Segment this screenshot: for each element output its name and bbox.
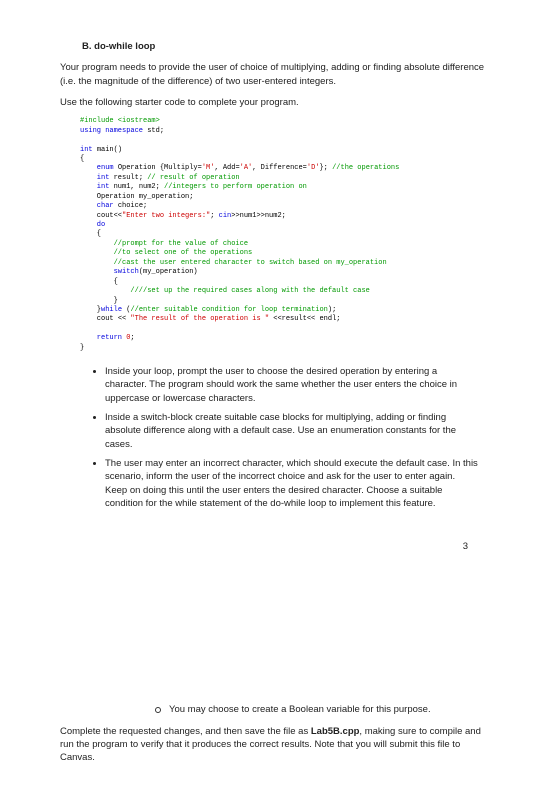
intro-para-2: Use the following starter code to comple… [60, 96, 488, 109]
filename: Lab5B.cpp [311, 726, 360, 737]
code-block: #include <iostream> using namespace std;… [60, 117, 488, 353]
list-item: The user may enter an incorrect characte… [105, 457, 488, 510]
page-number: 3 [60, 540, 488, 553]
list-item: Inside your loop, prompt the user to cho… [105, 365, 488, 405]
instruction-list: Inside your loop, prompt the user to cho… [60, 365, 488, 510]
section-heading: B. do-while loop [60, 40, 488, 53]
list-item: Inside a switch-block create suitable ca… [105, 411, 488, 451]
sub-bullet-text: You may choose to create a Boolean varia… [169, 704, 431, 715]
page-spacer [60, 553, 488, 703]
intro-para-1: Your program needs to provide the user o… [60, 61, 488, 88]
section-title-text: do-while loop [94, 41, 155, 52]
final-para: Complete the requested changes, and then… [60, 725, 488, 765]
document-page: B. do-while loop Your program needs to p… [0, 0, 538, 795]
circle-bullet-icon [155, 707, 161, 713]
sub-bullet: You may choose to create a Boolean varia… [60, 703, 488, 716]
section-label: B. [82, 41, 92, 52]
